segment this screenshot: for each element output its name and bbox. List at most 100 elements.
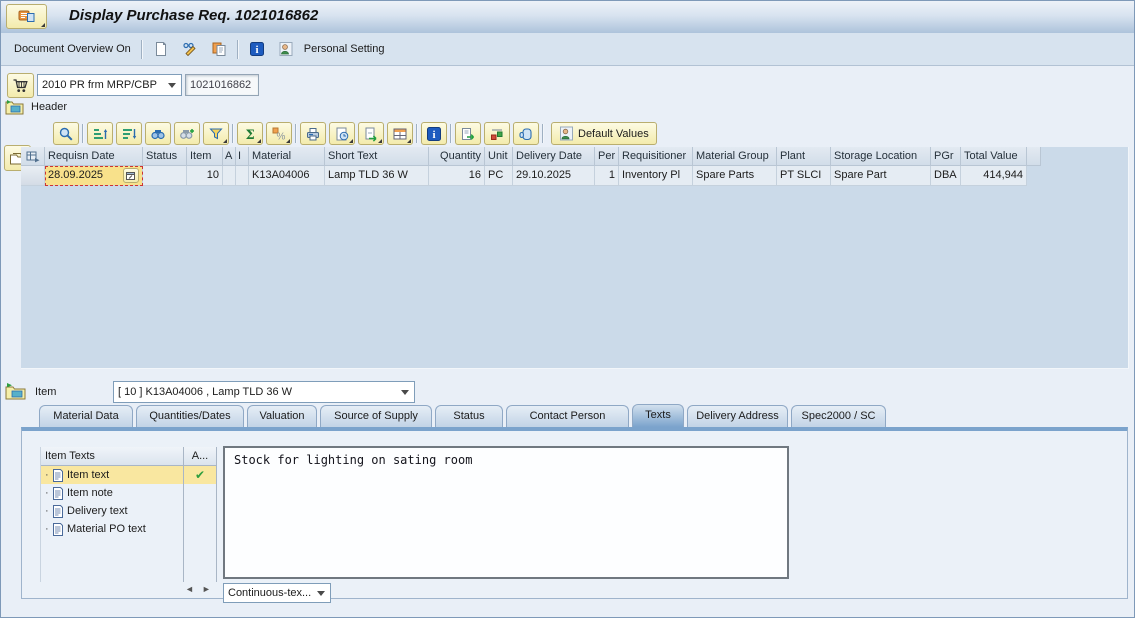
item-expand-icon[interactable]: [5, 381, 27, 400]
column-header[interactable]: Delivery Date: [513, 147, 595, 166]
document-overview-button[interactable]: Document Overview On: [11, 41, 134, 57]
status-cell[interactable]: [143, 166, 187, 186]
sort-descending-icon: [121, 126, 137, 142]
per-cell[interactable]: 1: [595, 166, 619, 186]
column-header[interactable]: Plant: [777, 147, 831, 166]
tab-source-of-supply[interactable]: Source of Supply: [320, 405, 432, 427]
text-editor-area[interactable]: Stock for lighting on sating room: [223, 446, 789, 579]
personal-setting-label[interactable]: Personal Setting: [304, 43, 385, 55]
i-cell[interactable]: [236, 166, 249, 186]
header-section-label[interactable]: Header: [31, 101, 67, 113]
material-group-cell[interactable]: Spare Parts: [693, 166, 777, 186]
title-bar: Display Purchase Req. 1021016862: [1, 1, 1134, 34]
tab-spec2000-sc[interactable]: Spec2000 / SC: [791, 405, 886, 427]
list-item-item-text[interactable]: · Item text ✔: [41, 466, 217, 484]
requisn-date-cell[interactable]: 28.09.2025: [45, 166, 143, 186]
tab-texts[interactable]: Texts: [632, 404, 684, 427]
list-item-delivery-text[interactable]: · Delivery text: [41, 502, 217, 520]
column-header[interactable]: Requisitioner: [619, 147, 693, 166]
info-icon[interactable]: i: [246, 38, 268, 60]
document-number-value: 1021016862: [190, 79, 252, 91]
scroll-left-icon[interactable]: ◄: [185, 584, 194, 594]
transfer-button[interactable]: [455, 122, 481, 145]
hold-button[interactable]: [513, 122, 539, 145]
text-format-dropdown[interactable]: Continuous-tex...: [223, 583, 331, 603]
row-select-cell[interactable]: [21, 166, 45, 186]
column-header[interactable]: Unit: [485, 147, 513, 166]
document-number-field[interactable]: 1021016862: [185, 74, 259, 96]
tab-material-data[interactable]: Material Data: [39, 405, 133, 427]
item-selector-dropdown[interactable]: [ 10 ] K13A04006 , Lamp TLD 36 W: [113, 381, 415, 403]
filter-button[interactable]: [203, 122, 229, 145]
total-value-cell[interactable]: 414,944: [961, 166, 1027, 186]
other-document-icon[interactable]: [208, 38, 230, 60]
tab-contact-person[interactable]: Contact Person: [506, 405, 629, 427]
storage-location-cell[interactable]: Spare Part: [831, 166, 931, 186]
toolbar-separator: [236, 39, 239, 59]
tab-status[interactable]: Status: [435, 405, 503, 427]
default-values-button[interactable]: Default Values: [551, 122, 657, 145]
personal-setting-icon[interactable]: [275, 38, 297, 60]
list-item-material-po-text[interactable]: · Material PO text: [41, 520, 217, 538]
column-header[interactable]: A: [223, 147, 236, 166]
scroll-right-icon[interactable]: ►: [202, 584, 211, 594]
tab-valuation[interactable]: Valuation: [247, 405, 317, 427]
tab-quantities-dates[interactable]: Quantities/Dates: [136, 405, 244, 427]
quantity-cell[interactable]: 16: [429, 166, 485, 186]
column-header[interactable]: Total Value: [961, 147, 1027, 166]
sap-menu-button[interactable]: [6, 4, 47, 29]
create-document-icon[interactable]: [150, 38, 172, 60]
sum-button[interactable]: Σ: [237, 122, 263, 145]
column-header[interactable]: Requisn Date: [45, 147, 143, 166]
table-row[interactable]: 28.09.2025 10 K13A04006 Lamp TLD 36 W 16…: [21, 166, 1128, 186]
list-item-item-note[interactable]: · Item note: [41, 484, 217, 502]
pgr-cell[interactable]: DBA: [931, 166, 961, 186]
item-section-label: Item: [35, 386, 57, 398]
column-header[interactable]: Storage Location: [831, 147, 931, 166]
subtotal-button[interactable]: %: [266, 122, 292, 145]
column-header[interactable]: Material Group: [693, 147, 777, 166]
layout-button[interactable]: [387, 122, 413, 145]
sort-descending-button[interactable]: [116, 122, 142, 145]
column-header[interactable]: Status: [143, 147, 187, 166]
short-text-cell[interactable]: Lamp TLD 36 W: [325, 166, 429, 186]
list-bullet: ·: [45, 523, 49, 535]
column-header[interactable]: I: [236, 147, 249, 166]
find-next-button[interactable]: [174, 122, 200, 145]
header-expand-icon[interactable]: [5, 98, 25, 115]
column-header[interactable]: Material: [249, 147, 325, 166]
selection-column-header[interactable]: [21, 147, 45, 166]
column-header[interactable]: PGr: [931, 147, 961, 166]
delivery-date-cell[interactable]: 29.10.2025: [513, 166, 595, 186]
grid-info-button[interactable]: i: [421, 122, 447, 145]
plant-cell[interactable]: PT SLCI: [777, 166, 831, 186]
column-header[interactable]: Short Text: [325, 147, 429, 166]
print-button[interactable]: [300, 122, 326, 145]
column-header[interactable]: Item: [187, 147, 223, 166]
unit-cell[interactable]: PC: [485, 166, 513, 186]
chevron-down-icon: [401, 389, 409, 399]
view-icon: [334, 126, 350, 142]
material-cell[interactable]: K13A04006: [249, 166, 325, 186]
tab-delivery-address[interactable]: Delivery Address: [687, 405, 788, 427]
sort-ascending-button[interactable]: [87, 122, 113, 145]
display-change-icon[interactable]: [179, 38, 201, 60]
requisitioner-cell[interactable]: Inventory Pl: [619, 166, 693, 186]
export-button[interactable]: [358, 122, 384, 145]
date-picker-button[interactable]: [123, 168, 139, 183]
find-button[interactable]: [145, 122, 171, 145]
item-cell[interactable]: 10: [187, 166, 223, 186]
column-header-filler: [1027, 147, 1041, 166]
column-header[interactable]: Quantity: [429, 147, 485, 166]
document-type-dropdown[interactable]: 2010 PR frm MRP/CBP: [37, 74, 182, 96]
column-header[interactable]: Per: [595, 147, 619, 166]
sap-window: Display Purchase Req. 1021016862 Documen…: [0, 0, 1135, 618]
details-button[interactable]: [53, 122, 79, 145]
purchase-req-cart-button[interactable]: [7, 73, 34, 98]
settings-button[interactable]: [484, 122, 510, 145]
chevron-down-icon: [317, 590, 325, 600]
a-cell[interactable]: [223, 166, 236, 186]
view-button[interactable]: [329, 122, 355, 145]
application-toolbar: Document Overview On i Personal Setting: [1, 33, 1134, 66]
item-texts-title: Item Texts: [41, 447, 184, 466]
